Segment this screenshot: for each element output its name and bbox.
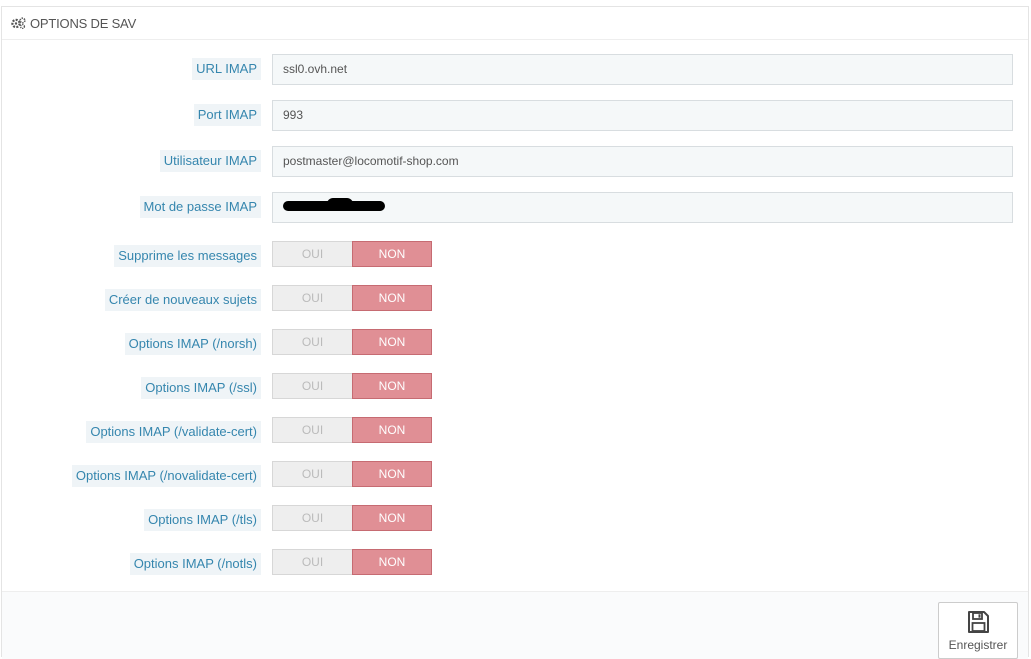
port-imap-input[interactable]: 993 xyxy=(272,100,1013,131)
toggle-label: Créer de nouveaux sujets xyxy=(104,289,261,311)
imap-tls-switch[interactable]: OUI NON xyxy=(272,505,432,531)
switch-option-oui[interactable]: OUI xyxy=(272,505,352,531)
password-imap-input[interactable] xyxy=(272,192,1013,223)
toggle-label: Options IMAP (/notls) xyxy=(129,553,261,575)
toggle-label: Options IMAP (/norsh) xyxy=(124,333,261,355)
field-label: Mot de passe IMAP xyxy=(139,196,261,218)
redaction-mark xyxy=(327,198,353,210)
switch-option-oui[interactable]: OUI xyxy=(272,373,352,399)
panel-heading: OPTIONS DE SAV xyxy=(2,7,1028,40)
switch-option-non[interactable]: NON xyxy=(352,329,432,355)
switch-option-non[interactable]: NON xyxy=(352,417,432,443)
save-button-label: Enregistrer xyxy=(948,638,1008,652)
switch-option-non[interactable]: NON xyxy=(352,505,432,531)
url-imap-input[interactable]: ssl0.ovh.net xyxy=(272,54,1013,85)
switch-option-oui[interactable]: OUI xyxy=(272,241,352,267)
floppy-disk-icon xyxy=(968,611,989,633)
switch-option-oui[interactable]: OUI xyxy=(272,329,352,355)
switch-option-oui[interactable]: OUI xyxy=(272,417,352,443)
toggle-label: Options IMAP (/ssl) xyxy=(141,377,261,399)
toggle-label: Supprime les messages xyxy=(114,245,261,267)
switch-option-oui[interactable]: OUI xyxy=(272,549,352,575)
imap-ssl-switch[interactable]: OUI NON xyxy=(272,373,432,399)
save-button[interactable]: Enregistrer xyxy=(938,602,1018,659)
panel-title: OPTIONS DE SAV xyxy=(30,15,137,31)
toggle-label: Options IMAP (/validate-cert) xyxy=(86,421,261,443)
imap-notls-switch[interactable]: OUI NON xyxy=(272,549,432,575)
switch-option-non[interactable]: NON xyxy=(352,549,432,575)
user-imap-input[interactable]: postmaster@locomotif-shop.com xyxy=(272,146,1013,177)
imap-novalidate-cert-switch[interactable]: OUI NON xyxy=(272,461,432,487)
switch-option-oui[interactable]: OUI xyxy=(272,461,352,487)
switch-option-non[interactable]: NON xyxy=(352,373,432,399)
switch-option-non[interactable]: NON xyxy=(352,241,432,267)
field-label: Utilisateur IMAP xyxy=(159,150,261,172)
panel-footer: Enregistrer xyxy=(2,591,1028,659)
switch-option-oui[interactable]: OUI xyxy=(272,285,352,311)
field-label: Port IMAP xyxy=(193,104,261,126)
delete-messages-switch[interactable]: OUI NON xyxy=(272,241,432,267)
switch-option-non[interactable]: NON xyxy=(352,461,432,487)
create-topics-switch[interactable]: OUI NON xyxy=(272,285,432,311)
options-sav-panel: OPTIONS DE SAV URL IMAP ssl0.ovh.net Por… xyxy=(1,6,1029,659)
switch-option-non[interactable]: NON xyxy=(352,285,432,311)
imap-norsh-switch[interactable]: OUI NON xyxy=(272,329,432,355)
gears-icon xyxy=(11,17,26,29)
toggle-label: Options IMAP (/tls) xyxy=(144,509,261,531)
field-label: URL IMAP xyxy=(192,58,261,80)
imap-validate-cert-switch[interactable]: OUI NON xyxy=(272,417,432,443)
toggle-label: Options IMAP (/novalidate-cert) xyxy=(71,465,261,487)
